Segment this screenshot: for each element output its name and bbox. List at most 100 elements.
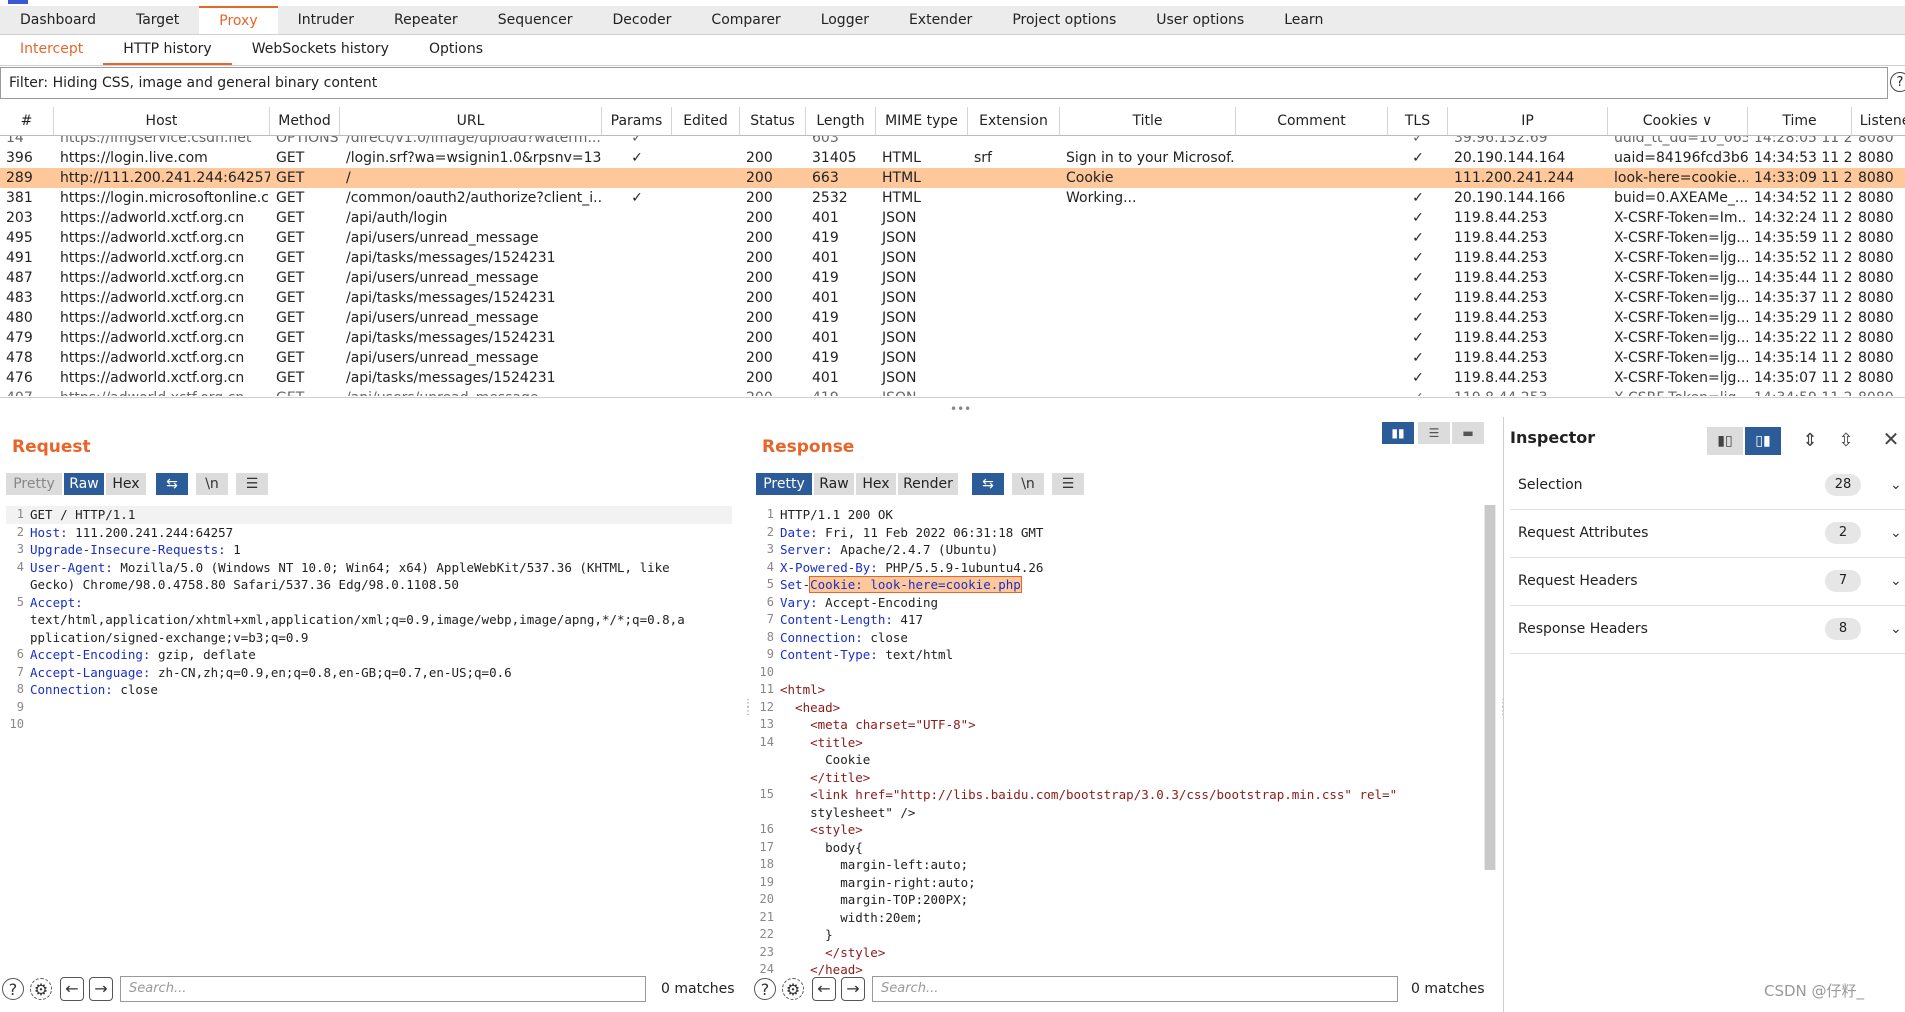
table-row[interactable]: 476 https://adworld.xctf.org.cn GET/api/ta… <box>0 368 1905 388</box>
proxy-tab-websockets-history[interactable]: WebSockets history <box>232 35 409 65</box>
view-tab-raw[interactable]: Raw <box>64 473 104 495</box>
filter-bar[interactable]: Filter: Hiding CSS, image and general bi… <box>0 67 1888 99</box>
request-editor[interactable]: 1 GET / HTTP/1.1 2 Host: 111.200.241.244:64… <box>6 506 732 966</box>
settings-gear-icon[interactable]: ⚙ <box>782 978 804 1000</box>
table-row[interactable]: 479 https://adworld.xctf.org.cn GET/api/ta… <box>0 328 1905 348</box>
proxy-tab-intercept[interactable]: Intercept <box>0 35 103 65</box>
table-row[interactable]: 396 https://login.live.com GET/login.srf?w… <box>0 148 1905 168</box>
table-row[interactable]: 14 https://imgservice.csdn.net OPTIONS/dir… <box>0 136 1905 148</box>
column-header-num[interactable]: # <box>0 107 54 135</box>
table-row[interactable]: 491 https://adworld.xctf.org.cn GET/api/ta… <box>0 248 1905 268</box>
column-header-cookies[interactable]: Cookies ∨ <box>1608 107 1748 135</box>
main-tab-repeater[interactable]: Repeater <box>374 6 478 34</box>
column-header-port[interactable]: Listener port <box>1852 107 1905 135</box>
wrap-icon[interactable]: ⇆ <box>156 473 188 495</box>
main-tab-dashboard[interactable]: Dashboard <box>0 6 116 34</box>
response-search-input[interactable]: Search... <box>872 976 1398 1002</box>
help-icon[interactable]: ? <box>2 978 24 1000</box>
main-tab-sequencer[interactable]: Sequencer <box>478 6 593 34</box>
main-tab-extender[interactable]: Extender <box>889 6 992 34</box>
next-arrow-icon[interactable]: → <box>89 977 113 1001</box>
main-tab-logger[interactable]: Logger <box>801 6 889 34</box>
inspector-section-response-headers[interactable]: Response Headers 8 ⌄ <box>1510 606 1905 654</box>
previous-arrow-icon[interactable]: ← <box>812 977 836 1001</box>
table-row[interactable]: 407https://adworld.xctf.org.cnGET/api/us… <box>0 388 1905 396</box>
column-header-edited[interactable]: Edited <box>672 107 740 135</box>
view-tab-hex[interactable]: Hex <box>106 473 146 495</box>
response-editor[interactable]: 1 HTTP/1.1 200 OK 2 Date: Fri, 11 Feb 2022 … <box>756 506 1482 976</box>
view-tab-pretty[interactable]: Pretty <box>756 473 812 495</box>
newline-icon[interactable]: \n <box>1012 473 1044 495</box>
column-header-host[interactable]: Host <box>54 107 270 135</box>
pane-splitter[interactable]: ••• <box>0 397 1905 418</box>
view-tab-hex[interactable]: Hex <box>856 473 896 495</box>
inspector-section-selection[interactable]: Selection 28 ⌄ <box>1510 462 1905 510</box>
collapse-all-icon[interactable]: ⇳ <box>1834 427 1858 455</box>
newline-icon[interactable]: \n <box>196 473 228 495</box>
main-tab-target[interactable]: Target <box>116 6 199 34</box>
main-tab-comparer[interactable]: Comparer <box>691 6 800 34</box>
column-header-comment[interactable]: Comment <box>1236 107 1388 135</box>
table-row[interactable]: 487 https://adworld.xctf.org.cn GET/api/us… <box>0 268 1905 288</box>
splitter-grip-icon[interactable]: ••• <box>950 402 971 416</box>
menu-icon[interactable]: ☰ <box>1052 473 1084 495</box>
help-icon[interactable]: ? <box>754 978 776 1000</box>
view-tab-raw[interactable]: Raw <box>814 473 854 495</box>
chevron-down-icon[interactable]: ⌄ <box>1890 606 1902 653</box>
main-tab-intruder[interactable]: Intruder <box>278 6 374 34</box>
table-row[interactable]: 289 http://111.200.241.244:64257 GET / 200 66… <box>0 168 1905 188</box>
inspector-collapsed-icon[interactable]: ▮▯ <box>1707 427 1743 455</box>
column-header-method[interactable]: Method <box>270 107 340 135</box>
help-icon[interactable]: ? <box>1890 72 1905 92</box>
column-header-url[interactable]: URL <box>340 107 602 135</box>
column-header-length[interactable]: Length <box>806 107 876 135</box>
next-arrow-icon[interactable]: → <box>841 977 865 1001</box>
main-tab-learn[interactable]: Learn <box>1264 6 1343 34</box>
inspector-section-request-attributes[interactable]: Request Attributes 2 ⌄ <box>1510 510 1905 558</box>
table-row[interactable]: 478 https://adworld.xctf.org.cn GET/api/us… <box>0 348 1905 368</box>
proxy-tab-options[interactable]: Options <box>409 35 503 65</box>
layout-single-icon[interactable]: ▬ <box>1452 422 1484 444</box>
layout-split-icon[interactable]: ▮▮ <box>1382 422 1414 444</box>
response-scroll-thumb[interactable] <box>1485 505 1495 870</box>
cell-port: 8080 <box>1858 190 1894 206</box>
column-header-mime[interactable]: MIME type <box>876 107 968 135</box>
chevron-down-icon[interactable]: ⌄ <box>1890 510 1902 557</box>
cell-length: 401 <box>812 330 839 346</box>
column-header-time[interactable]: Time <box>1748 107 1852 135</box>
proxy-tab-http-history[interactable]: HTTP history <box>103 35 232 65</box>
table-row[interactable]: 480 https://adworld.xctf.org.cn GET/api/us… <box>0 308 1905 328</box>
request-search-input[interactable]: Search... <box>120 976 646 1002</box>
table-row[interactable]: 483 https://adworld.xctf.org.cn GET/api/ta… <box>0 288 1905 308</box>
main-tab-proxy[interactable]: Proxy <box>199 6 278 34</box>
column-header-tls[interactable]: TLS <box>1388 107 1448 135</box>
view-tab-render[interactable]: Render <box>898 473 958 495</box>
layout-stacked-icon[interactable]: ☰ <box>1418 422 1450 444</box>
vertical-splitter-grip-icon[interactable]: ⋮ ⋮ <box>743 699 753 730</box>
main-tab-project-options[interactable]: Project options <box>992 6 1136 34</box>
table-row[interactable]: 495 https://adworld.xctf.org.cn GET/api/us… <box>0 228 1905 248</box>
settings-gear-icon[interactable]: ⚙ <box>30 978 52 1000</box>
view-tab-pretty[interactable]: Pretty <box>6 473 62 495</box>
column-header-ip[interactable]: IP <box>1448 107 1608 135</box>
chevron-down-icon[interactable]: ⌄ <box>1890 462 1902 509</box>
main-tab-user-options[interactable]: User options <box>1136 6 1264 34</box>
menu-icon[interactable]: ☰ <box>236 473 268 495</box>
previous-arrow-icon[interactable]: ← <box>60 977 84 1001</box>
cell-port: 8080 <box>1858 136 1894 146</box>
table-row[interactable]: 203 https://adworld.xctf.org.cn GET/api/au… <box>0 208 1905 228</box>
inspector-section-request-headers[interactable]: Request Headers 7 ⌄ <box>1510 558 1905 606</box>
table-row[interactable]: 381 https://login.microsoftonline.c... GET… <box>0 188 1905 208</box>
response-scrollbar[interactable] <box>1484 505 1496 870</box>
line-text: <head> <box>780 699 840 717</box>
inspector-expanded-icon[interactable]: ▯▮ <box>1745 427 1781 455</box>
column-header-params[interactable]: Params <box>602 107 672 135</box>
column-header-status[interactable]: Status <box>740 107 806 135</box>
expand-all-icon[interactable]: ⇕ <box>1798 427 1822 455</box>
chevron-down-icon[interactable]: ⌄ <box>1890 558 1902 605</box>
wrap-icon[interactable]: ⇆ <box>972 473 1004 495</box>
column-header-ext[interactable]: Extension <box>968 107 1060 135</box>
main-tab-decoder[interactable]: Decoder <box>593 6 692 34</box>
close-icon[interactable]: ✕ <box>1880 425 1902 453</box>
column-header-title[interactable]: Title <box>1060 107 1236 135</box>
